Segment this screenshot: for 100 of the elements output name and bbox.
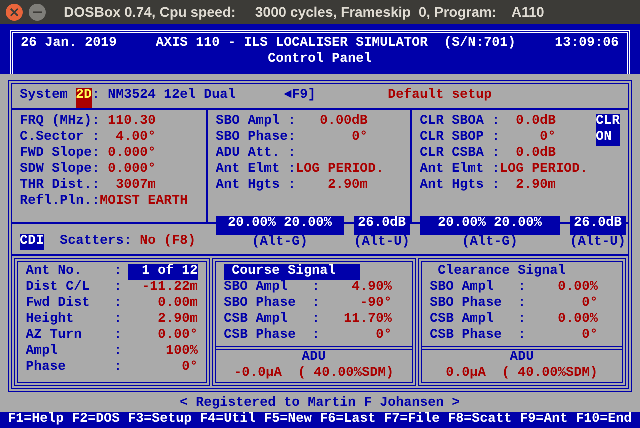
system-mode[interactable]: 2D <box>76 88 92 108</box>
param-label: SDW Slope: <box>20 162 100 178</box>
param-value: -90° <box>358 296 392 312</box>
panel-title: Control Panel <box>268 52 372 67</box>
minimize-button[interactable] <box>29 4 46 20</box>
param-label: FWD Slope: <box>20 146 100 162</box>
param-value[interactable]: 1 of 12 <box>128 264 198 280</box>
attenuation-value: 26.0dB <box>354 216 410 235</box>
signal-title[interactable]: Clearance Signal <box>430 264 566 280</box>
system-name: : NM3524 12el Dual <box>92 88 236 105</box>
param-value[interactable]: -11.22m <box>128 280 198 296</box>
param-value: 0° <box>580 328 598 344</box>
key-hint: (Alt-U) <box>354 235 410 252</box>
param-label: SBO Phase : <box>224 296 321 312</box>
param-label: FRQ (MHz): <box>20 114 100 130</box>
function-key-hint: F3=Setup <box>128 412 192 428</box>
adu-value: -0.0µA ( 40.00%SDM) <box>234 366 394 381</box>
param-label: CLR SBOP : <box>420 130 500 146</box>
param-label: Height : <box>26 312 123 328</box>
scatters-label: Scatters: <box>60 234 133 249</box>
param-value[interactable]: 2.90m <box>128 312 198 328</box>
param-label: Ant Elmt : <box>420 162 500 178</box>
param-value: 110.30 <box>106 114 156 130</box>
function-key-hint: F4=Util <box>200 412 256 428</box>
minimize-icon <box>33 10 42 14</box>
function-key-hint: F7=File <box>384 412 440 428</box>
param-value: 3007m <box>114 178 156 194</box>
close-button[interactable] <box>6 4 23 20</box>
function-key-hint: F6=Last <box>320 412 376 428</box>
param-value[interactable]: 100% <box>128 344 198 360</box>
param-value: LOG PERIOD. <box>296 162 384 178</box>
function-key-hint: F9=Ant <box>520 412 568 428</box>
param-value: 0.00dB <box>318 114 368 130</box>
param-value: 0.0dB <box>514 146 556 162</box>
param-label: SBO Phase: <box>216 130 296 146</box>
setup-name: Default setup <box>388 88 492 105</box>
param-label: CSB Ampl : <box>430 312 527 328</box>
key-hint: (Alt-G) <box>251 235 309 252</box>
function-key-hint: F10=End <box>576 412 632 428</box>
gain-value: 20.00% 20.00% <box>216 216 344 235</box>
program-title: AXIS 110 - ILS LOCALISER SIMULATOR (S/N:701) <box>156 36 516 52</box>
param-value: 0.00% <box>556 280 598 296</box>
signal-title[interactable]: Course Signal <box>224 264 360 280</box>
param-label: SBO Phase : <box>430 296 527 312</box>
function-key-hint: F8=Scatt <box>448 412 512 428</box>
close-icon <box>10 8 19 16</box>
param-label: Phase : <box>26 360 123 376</box>
system-label: System <box>20 88 69 105</box>
param-label: CSB Ampl : <box>224 312 321 328</box>
param-value: 0° <box>538 130 556 146</box>
param-label: CSB Phase : <box>430 328 527 344</box>
key-hint: (Alt-G) <box>461 235 519 252</box>
param-value: MOIST EARTH <box>100 194 188 210</box>
attenuation-value: 26.0dB <box>570 216 626 235</box>
date-text: 26 Jan. 2019 <box>21 36 117 52</box>
window-title: DOSBox 0.74, Cpu speed: 3000 cycles, Frameskip 0, Program: A110 <box>64 4 544 20</box>
param-label: CLR CSBA : <box>420 146 500 162</box>
param-label: ADU Att. : <box>216 146 296 162</box>
param-value: LOG PERIOD. <box>500 162 588 178</box>
param-value[interactable]: 0.00° <box>128 328 198 344</box>
param-label: AZ Turn : <box>26 328 123 344</box>
param-label: SBO Ampl : <box>430 280 527 296</box>
param-label: Ant No. : <box>26 264 123 280</box>
param-value: 0.000° <box>106 146 156 162</box>
status-indicator: ON <box>596 130 620 146</box>
param-value[interactable]: 0° <box>128 360 198 376</box>
param-value: 0.0dB <box>514 114 556 130</box>
param-value: 2.90m <box>514 178 556 194</box>
param-label: Ant Hgts : <box>216 178 296 194</box>
param-label: C.Sector : <box>20 130 100 146</box>
function-key-hint: F2=DOS <box>72 412 120 428</box>
param-label: Ant Elmt : <box>216 162 296 178</box>
param-label: SBO Ampl : <box>216 114 296 130</box>
param-value: 4.00° <box>114 130 156 146</box>
param-label: Ampl : <box>26 344 123 360</box>
param-value: 0° <box>350 130 368 146</box>
time-text: 13:09:06 <box>555 36 619 52</box>
scatters-value: No (F8) <box>140 234 196 249</box>
param-label: Fwd Dist : <box>26 296 123 312</box>
cdi-toggle[interactable]: CDI <box>20 234 44 250</box>
param-value: 0° <box>374 328 392 344</box>
param-value: 4.90% <box>350 280 392 296</box>
function-key-hint: ◄F9] <box>284 88 316 105</box>
param-value: 11.70% <box>342 312 392 328</box>
param-label: SBO Ampl : <box>224 280 321 296</box>
param-value[interactable]: 0.00m <box>128 296 198 312</box>
key-hint: (Alt-U) <box>570 235 626 252</box>
param-value: 2.90m <box>326 178 368 194</box>
param-label: Refl.Pln.: <box>20 194 100 210</box>
param-label: CLR SBOA : <box>420 114 500 130</box>
param-label: CSB Phase : <box>224 328 321 344</box>
param-value: 0.000° <box>106 162 156 178</box>
param-value: 0.00% <box>556 312 598 328</box>
gain-value: 20.00% 20.00% <box>420 216 560 235</box>
function-key-hint: F1=Help <box>8 412 64 428</box>
adu-value: 0.0µA ( 40.00%SDM) <box>446 366 598 381</box>
param-label: Dist C/L : <box>26 280 123 296</box>
registration-text: < Registered to Martin F Johansen > <box>180 396 460 411</box>
param-label: Ant Hgts : <box>420 178 500 194</box>
param-value: 0° <box>580 296 598 312</box>
